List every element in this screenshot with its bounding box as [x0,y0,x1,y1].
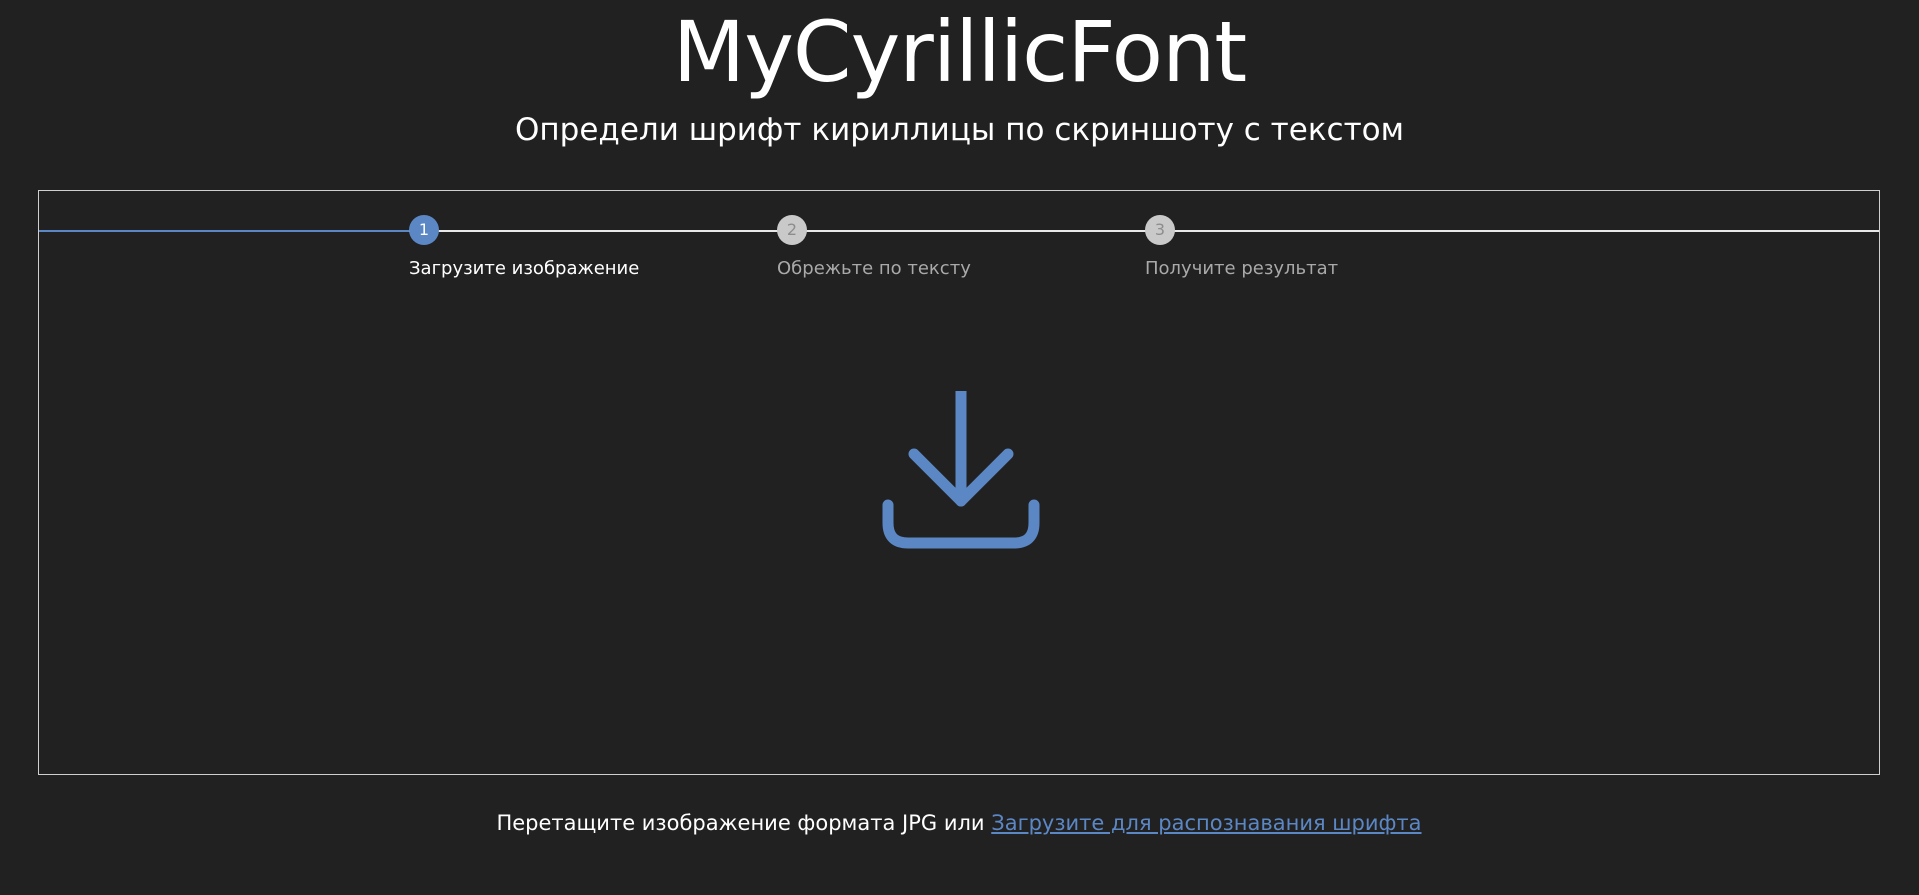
step-number-badge: 2 [777,215,807,245]
step-label: Получите результат [1145,258,1339,279]
page: MyCyrillicFont Определи шрифт кириллицы … [0,0,1919,895]
drop-instructions-text: Перетащите изображение формата JPG или [496,811,992,835]
app-title: MyCyrillicFont [672,3,1248,101]
step-label: Загрузите изображение [409,258,640,279]
progress-track-remaining [409,230,1879,232]
step-label: Обрежьте по тексту [777,258,971,279]
drop-instructions: Перетащите изображение формата JPG или З… [39,809,1879,837]
download-icon[interactable] [881,391,1041,551]
app-subtitle: Определи шрифт кириллицы по скриншоту с … [515,112,1404,148]
progress-track-completed [39,230,409,232]
upload-panel: 1 Загрузите изображение 2 Обрежьте по те… [38,190,1880,835]
step-number-badge: 1 [409,215,439,245]
step-number-badge: 3 [1145,215,1175,245]
file-drop-zone[interactable]: Перетащите изображение формата JPG или З… [39,391,1879,835]
upload-link[interactable]: Загрузите для распознавания шрифта [991,811,1421,835]
